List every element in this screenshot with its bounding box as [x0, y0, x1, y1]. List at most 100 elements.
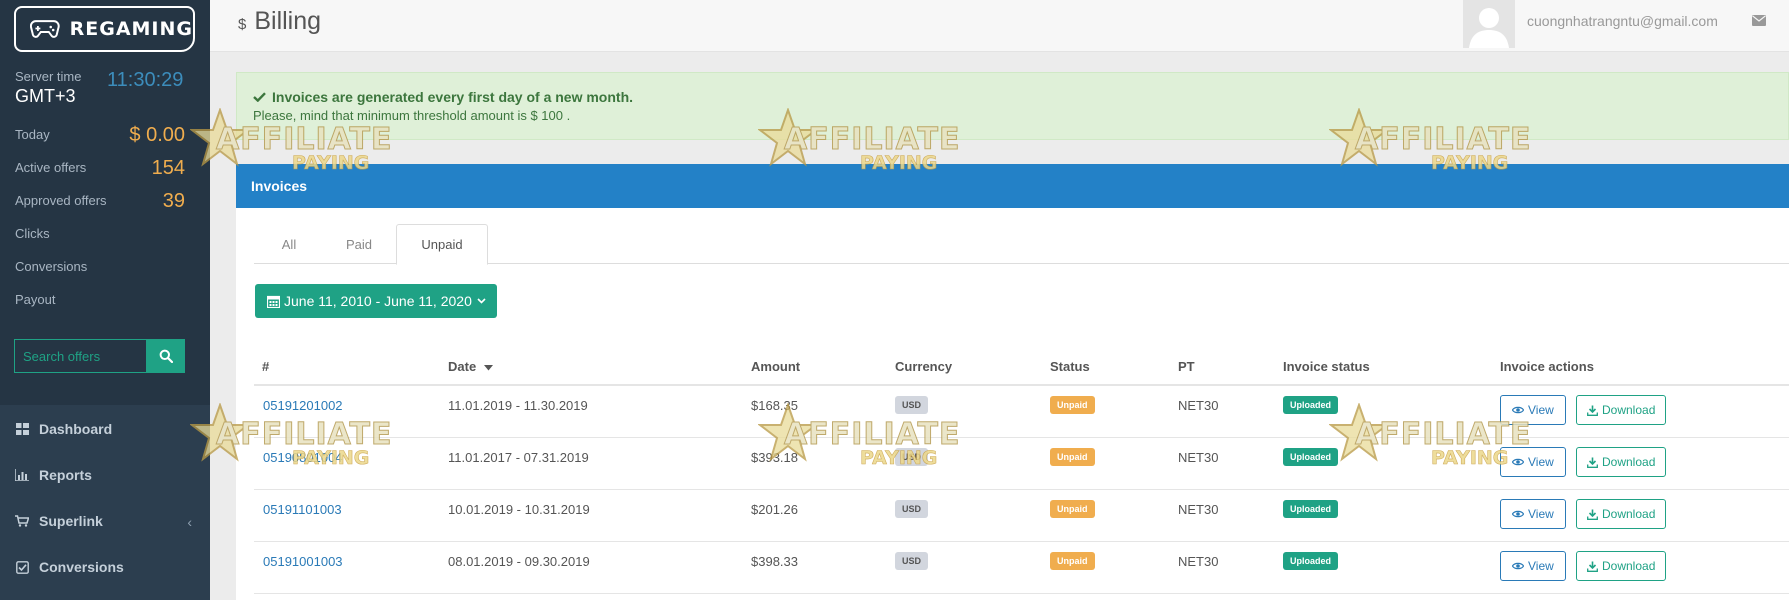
view-button[interactable]: View [1500, 395, 1566, 425]
search-box [14, 339, 185, 373]
invoice-id-link[interactable]: 05191101003 [263, 502, 342, 517]
sidebar-item-label: Superlink [39, 513, 103, 529]
download-icon [1587, 509, 1598, 520]
table-row: 05191101003 10.01.2019 - 10.31.2019 $201… [254, 490, 1789, 542]
sidebar-item-superlink[interactable]: Superlink [15, 513, 103, 529]
invoice-amount: $398.33 [751, 554, 798, 569]
payment-terms: NET30 [1178, 450, 1219, 465]
server-time: 11:30:29 [107, 69, 184, 91]
download-button-label: Download [1602, 403, 1656, 417]
info-alert: Invoices are generated every first day o… [236, 72, 1789, 140]
invoice-amount: $168.35 [751, 398, 798, 413]
cart-icon [15, 514, 29, 528]
view-button-label: View [1528, 455, 1554, 469]
invoice-status-badge: Uploaded [1283, 500, 1339, 518]
status-badge: Unpaid [1050, 500, 1095, 518]
sidebar: REGAMING Server time 11:30:29 GMT+3 Toda… [0, 0, 210, 600]
invoice-amount: $393.18 [751, 450, 798, 465]
currency-badge: USD [895, 500, 929, 518]
brand-logo[interactable]: REGAMING [14, 6, 195, 52]
invoice-date: 11.01.2017 - 07.31.2019 [448, 450, 589, 465]
sidebar-item-conversions[interactable]: Conversions [15, 559, 124, 575]
stat-approved-offers-label: Approved offers [15, 193, 107, 208]
invoice-date: 10.01.2019 - 10.31.2019 [448, 502, 590, 517]
search-icon [159, 349, 173, 363]
view-button-label: View [1528, 559, 1554, 573]
dashboard-icon [15, 422, 29, 436]
avatar[interactable] [1463, 0, 1515, 48]
invoice-id-link[interactable]: 05190801004 [263, 450, 343, 465]
invoice-id-link[interactable]: 05191201002 [263, 398, 343, 413]
download-button[interactable]: Download [1576, 447, 1667, 477]
user-email[interactable]: cuongnhatrangntu@gmail.com [1527, 13, 1718, 29]
sidebar-item-label: Dashboard [39, 421, 113, 437]
check-square-icon [15, 560, 29, 574]
invoice-date: 08.01.2019 - 09.30.2019 [448, 554, 590, 569]
stat-payout-label: Payout [15, 292, 56, 307]
view-button-label: View [1528, 507, 1554, 521]
status-badge: Unpaid [1050, 552, 1095, 570]
invoice-status-badge: Uploaded [1283, 448, 1339, 466]
chevron-down-icon [477, 298, 486, 304]
tab-paid[interactable]: Paid [324, 224, 394, 264]
stat-today-value: $ 0.00 [129, 124, 185, 146]
col-header-pt: PT [1178, 359, 1195, 374]
col-header-invoice-status: Invoice status [1283, 359, 1370, 374]
eye-icon [1512, 510, 1524, 518]
stat-today-label: Today [15, 127, 50, 142]
download-button-label: Download [1602, 507, 1656, 521]
stat-active-offers-value: 154 [151, 157, 185, 179]
sidebar-item-label: Reports [39, 467, 92, 483]
alert-title: Invoices are generated every first day o… [272, 89, 634, 105]
currency-badge: USD [895, 552, 929, 570]
invoice-amount: $201.26 [751, 502, 798, 517]
invoice-id-link[interactable]: 05191001003 [263, 554, 343, 569]
status-badge: Unpaid [1050, 396, 1095, 414]
page-title-text: Billing [254, 7, 322, 35]
col-header-status: Status [1050, 359, 1090, 374]
currency-badge: USD [895, 448, 929, 466]
sidebar-item-dashboard[interactable]: Dashboard [15, 421, 112, 437]
brand-name: REGAMING [69, 18, 193, 40]
view-button[interactable]: View [1500, 447, 1566, 477]
search-button[interactable] [147, 339, 185, 373]
payment-terms: NET30 [1178, 398, 1219, 413]
view-button[interactable]: View [1500, 499, 1566, 529]
col-header-amount: Amount [751, 359, 801, 374]
download-button[interactable]: Download [1576, 499, 1667, 529]
timezone: GMT+3 [15, 86, 76, 106]
col-header-currency: Currency [895, 359, 953, 374]
invoice-status-badge: Uploaded [1283, 552, 1339, 570]
sidebar-item-reports[interactable]: Reports [15, 467, 92, 483]
date-range-button[interactable]: June 11, 2010 - June 11, 2020 [255, 284, 497, 318]
view-button[interactable]: View [1500, 551, 1566, 581]
bar-chart-icon [15, 468, 29, 482]
download-button[interactable]: Download [1576, 551, 1667, 581]
invoice-tabs: All Paid Unpaid [254, 224, 1789, 265]
user-silhouette-icon [1469, 8, 1509, 48]
calendar-icon [267, 295, 280, 308]
envelope-icon[interactable] [1752, 15, 1766, 26]
chevron-left-icon[interactable]: ‹ [187, 514, 192, 530]
tab-all[interactable]: All [254, 224, 324, 264]
currency-badge: USD [895, 396, 929, 414]
col-header-date-label: Date [448, 359, 477, 374]
payment-terms: NET30 [1178, 554, 1219, 569]
download-button[interactable]: Download [1576, 395, 1667, 425]
download-button-label: Download [1602, 455, 1656, 469]
dollar-icon: $ [238, 16, 247, 33]
col-header-date[interactable]: Date [448, 359, 493, 374]
tab-unpaid[interactable]: Unpaid [396, 224, 488, 265]
alert-message: Please, mind that minimum threshold amou… [253, 108, 571, 123]
stat-clicks-label: Clicks [15, 226, 50, 241]
date-range-label: June 11, 2010 - June 11, 2020 [284, 293, 472, 309]
col-header-invoice-actions: Invoice actions [1500, 359, 1594, 374]
eye-icon [1512, 458, 1524, 466]
server-time-label: Server time [15, 69, 82, 84]
panel-header: Invoices [236, 164, 1789, 208]
gamepad-icon [30, 20, 60, 38]
eye-icon [1512, 406, 1524, 414]
sidebar-item-label: Conversions [39, 559, 124, 575]
page-title: $ Billing [238, 7, 321, 36]
search-input[interactable] [14, 339, 147, 373]
